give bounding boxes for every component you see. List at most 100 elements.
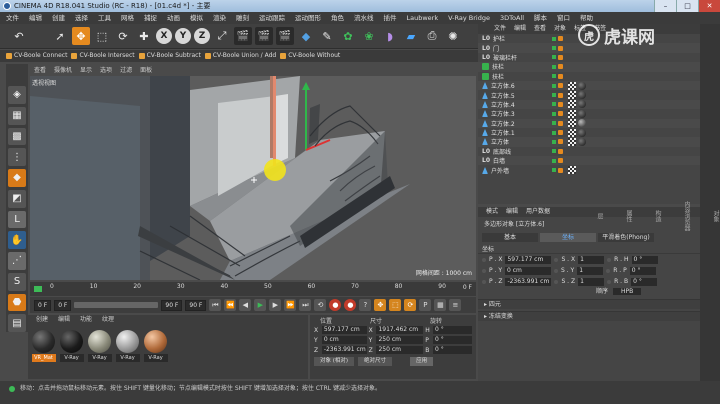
layer-color-icon[interactable] [558, 158, 563, 164]
uvw-tag-icon[interactable] [568, 119, 576, 128]
cloner-icon[interactable]: ❀ [360, 27, 378, 45]
timeline-ruler[interactable]: 0 10 20 30 40 50 60 70 80 90 0 F [30, 282, 476, 296]
camera-icon[interactable]: ⎙ [423, 27, 441, 45]
object-row[interactable]: 扶栏 [478, 72, 700, 81]
viewport-menu-cameras[interactable]: 摄像机 [54, 66, 72, 76]
object-row[interactable]: 扶栏 [478, 62, 700, 72]
layer-color-icon[interactable] [558, 83, 563, 89]
p-z-field[interactable]: -2363.991 cm [505, 277, 552, 286]
visibility-check-icon[interactable] [552, 121, 556, 126]
plugin-cv-boole-intersect[interactable]: CV-Boole Intersect [71, 50, 135, 62]
pointer-icon[interactable]: ➚ [51, 27, 69, 45]
side-tab-objects[interactable]: 对象 [711, 210, 720, 222]
layer-color-icon[interactable] [558, 54, 563, 60]
layer-color-icon[interactable] [558, 92, 563, 98]
p-x-field[interactable]: 597.177 cm [505, 255, 552, 264]
auto-key-icon[interactable]: ● [344, 299, 357, 311]
s-x-field[interactable]: 1 [578, 255, 605, 264]
layer-color-icon[interactable] [558, 111, 563, 117]
uvw-tag-icon[interactable] [568, 100, 576, 109]
tab-coordinates[interactable]: 坐标 [540, 233, 596, 242]
attribute-menu-mode[interactable]: 模式 [486, 207, 498, 217]
floor-icon[interactable]: ▰ [402, 27, 420, 45]
object-row[interactable]: L0 白墙 [478, 156, 700, 166]
keyframe-dot-icon[interactable] [482, 279, 486, 284]
visibility-check-icon[interactable] [552, 55, 556, 60]
material-tag-icon[interactable] [578, 100, 586, 109]
visibility-check-icon[interactable] [552, 102, 556, 107]
end-frame-field[interactable]: 90 F [185, 299, 207, 311]
r-h-field[interactable]: 0 ° [631, 255, 658, 264]
timeline-playhead[interactable] [34, 286, 42, 292]
coordinate-mode-dropdown[interactable]: 对象 (相对) [314, 357, 355, 366]
go-to-end-icon[interactable]: ⏭ [299, 299, 312, 311]
plugin-cv-boole-without[interactable]: CV-Boole Without [280, 50, 340, 62]
move-tool-icon[interactable]: ✥ [72, 27, 90, 45]
previous-frame-icon[interactable]: ◀ [239, 299, 252, 311]
side-tab-content-browser[interactable]: 内容浏览器 [682, 201, 691, 231]
visibility-check-icon[interactable] [552, 130, 556, 135]
object-row[interactable]: 立方体.5 [478, 90, 700, 100]
menu-animate[interactable]: 动画 [167, 12, 180, 24]
edges-mode-icon[interactable]: ◆ [8, 169, 26, 187]
material-item[interactable]: V-Ray [59, 330, 84, 362]
render-view-icon[interactable]: 🎬 [234, 27, 252, 45]
workplane-icon[interactable]: ⬣ [8, 293, 26, 312]
layer-color-icon[interactable] [558, 130, 563, 136]
next-key-icon[interactable]: ⏩ [284, 299, 297, 311]
layer-color-icon[interactable] [558, 36, 563, 42]
perspective-viewport[interactable]: 透视视图 网格间距 : 1000 cm [30, 76, 476, 280]
rotate-tool-icon[interactable]: ⟳ [114, 27, 132, 45]
layer-color-icon[interactable] [558, 139, 563, 145]
plugin-cv-boole-union[interactable]: CV-Boole Union / Add [204, 50, 276, 62]
s-y-field[interactable]: 1 [577, 266, 604, 275]
visibility-check-icon[interactable] [552, 139, 556, 144]
material-menu-edit[interactable]: 编辑 [58, 315, 70, 325]
max-frame-field[interactable]: 90 F [161, 299, 183, 311]
light-icon[interactable]: ✺ [444, 27, 462, 45]
position-x-field[interactable]: 597.177 cm [321, 326, 367, 334]
visibility-check-icon[interactable] [552, 158, 556, 163]
minimize-button[interactable]: – [654, 0, 676, 12]
size-y-field[interactable]: 250 cm [376, 336, 424, 344]
viewport-menu-options[interactable]: 选项 [100, 66, 112, 76]
keyframe-dot-icon[interactable] [482, 268, 486, 273]
object-row[interactable]: L0 底部线 [478, 147, 700, 156]
polygons-mode-icon[interactable]: ◩ [8, 189, 26, 208]
deformer-icon[interactable]: ◗ [381, 27, 399, 45]
rotation-p-field[interactable]: 0 ° [433, 336, 472, 344]
axis-mode-icon[interactable]: L [8, 210, 26, 229]
menu-sculpt[interactable]: 雕刻 [236, 12, 249, 24]
material-menu-texture[interactable]: 纹理 [102, 315, 114, 325]
viewport-menu-view[interactable]: 查看 [34, 66, 46, 76]
subdivision-icon[interactable]: ✿ [339, 27, 357, 45]
object-row[interactable]: 立方体.6 [478, 80, 700, 91]
object-menu-edit[interactable]: 编辑 [514, 24, 526, 34]
menu-simulate[interactable]: 模拟 [190, 12, 203, 24]
menu-3dtoall[interactable]: 3DToAll [500, 12, 524, 24]
key-position-icon[interactable]: ✥ [374, 299, 387, 311]
keyframe-dot-icon[interactable] [607, 279, 612, 284]
rotation-order-dropdown[interactable]: HPB [612, 288, 642, 295]
viewport-menu-display[interactable]: 显示 [80, 66, 92, 76]
layer-color-icon[interactable] [558, 45, 563, 51]
object-row[interactable]: L0 玻璃栏杆 [478, 53, 700, 62]
size-z-field[interactable]: 250 cm [376, 346, 424, 354]
position-z-field[interactable]: -2363.991 cm [321, 346, 367, 354]
menu-window[interactable]: 窗口 [557, 12, 570, 24]
scale-tool-icon[interactable]: ⬚ [93, 27, 111, 45]
plugin-cv-boole-subtract[interactable]: CV-Boole Subtract [138, 50, 201, 62]
tweak-mode-icon[interactable]: ✋ [8, 231, 26, 249]
menu-vray-bridge[interactable]: V-Ray Bridge [448, 12, 490, 24]
tab-basic[interactable]: 基本 [482, 233, 538, 242]
material-tag-icon[interactable] [578, 109, 586, 118]
keyframe-dot-icon[interactable] [482, 257, 486, 262]
material-tag-icon[interactable] [578, 91, 586, 100]
fold-quaternion[interactable]: ▸ 四元 [478, 299, 700, 309]
object-menu-view[interactable]: 查看 [534, 24, 546, 34]
object-row[interactable]: 户外墙 [478, 165, 700, 175]
side-tab-layers[interactable]: 层 [595, 213, 604, 219]
cube-icon[interactable]: ◆ [297, 27, 315, 45]
menu-render[interactable]: 渲染 [213, 12, 226, 24]
visibility-check-icon[interactable] [552, 168, 556, 173]
